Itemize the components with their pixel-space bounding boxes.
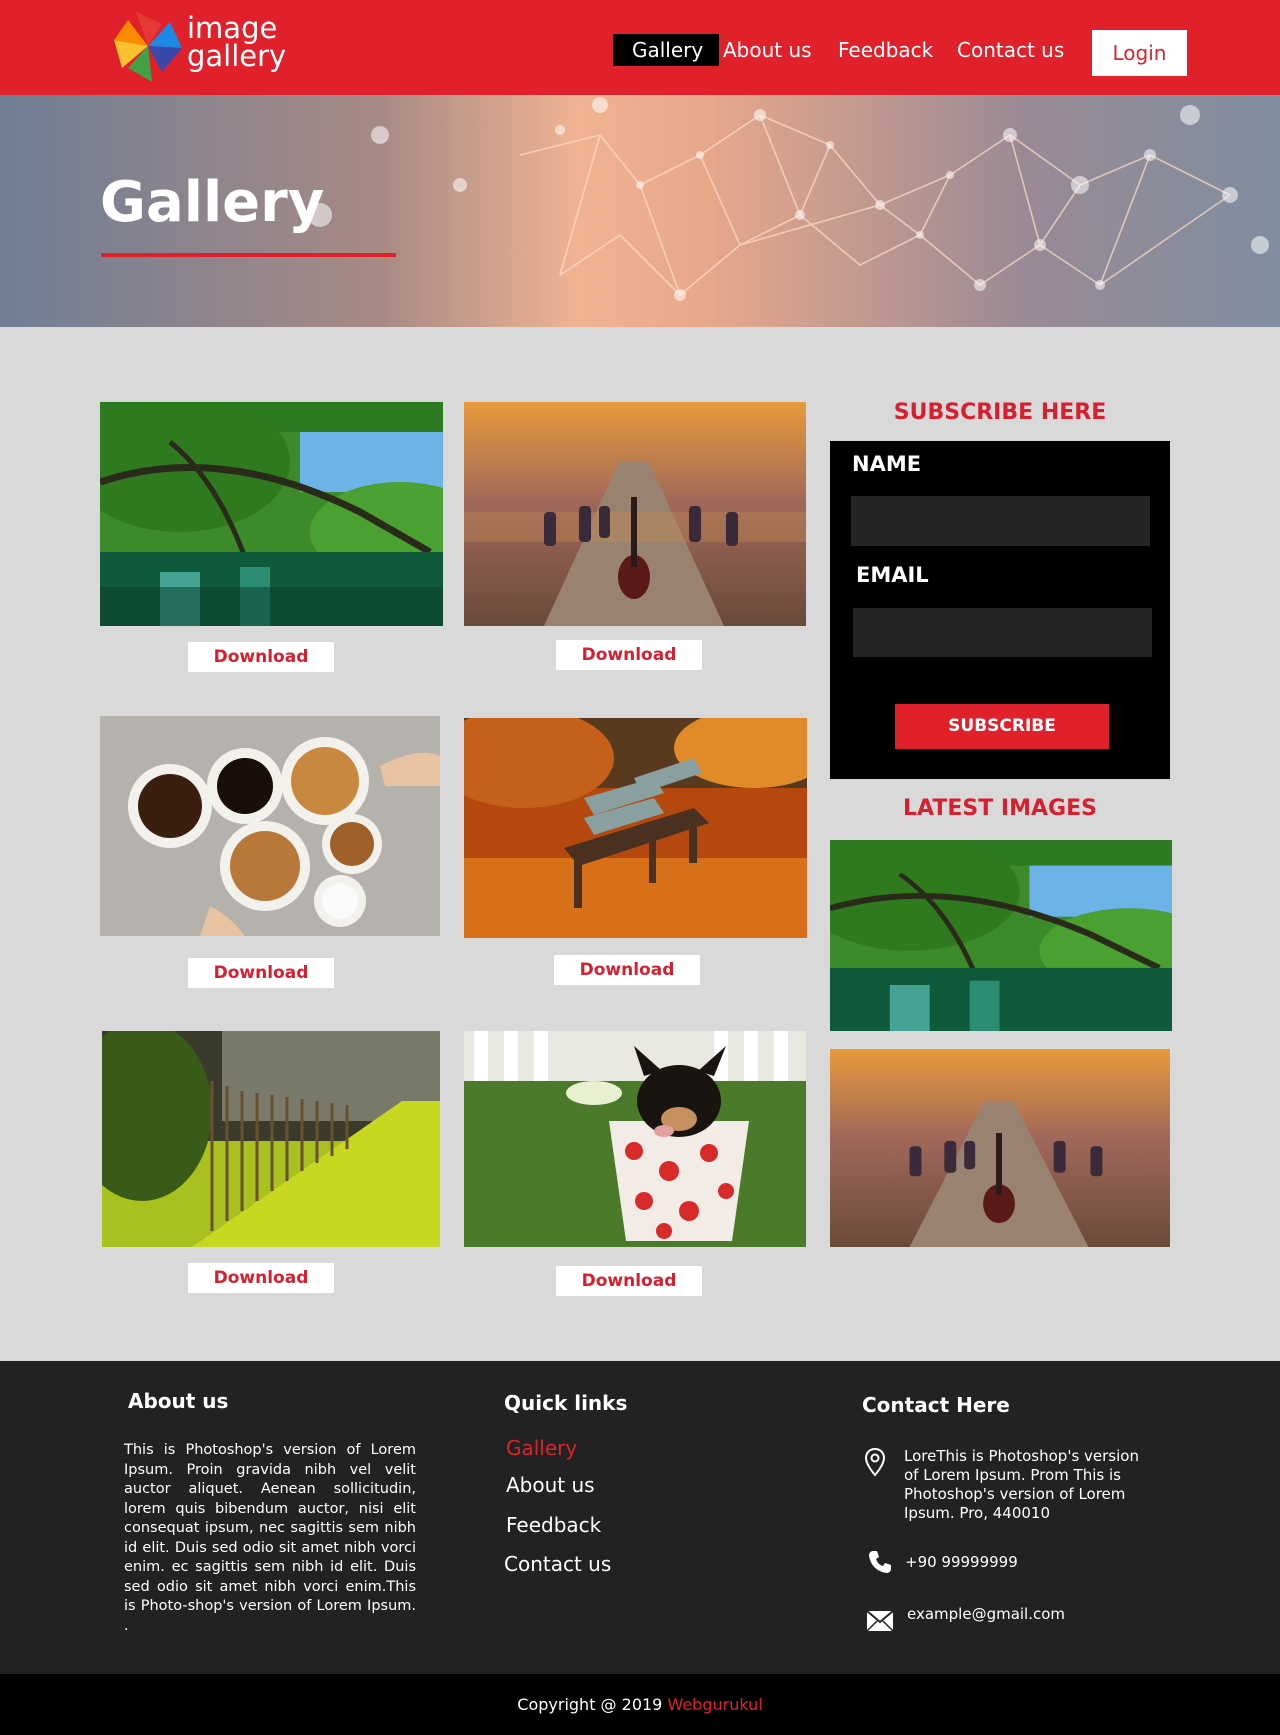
nav-about-us[interactable]: About us xyxy=(723,34,812,66)
gallery-image-fence-path[interactable] xyxy=(102,1031,440,1247)
subscribe-form: NAME EMAIL SUBSCRIBE xyxy=(830,441,1170,779)
envelope-icon xyxy=(866,1610,894,1632)
logo-text: image gallery xyxy=(187,11,287,73)
nav-gallery[interactable]: Gallery xyxy=(613,34,719,66)
footer-link-about-us[interactable]: About us xyxy=(506,1473,595,1497)
gallery-image-autumn-bench[interactable] xyxy=(464,718,807,938)
logo-line2: gallery xyxy=(187,39,287,73)
name-field[interactable] xyxy=(851,496,1150,546)
copyright-text: Copyright @ 2019 xyxy=(517,1695,668,1714)
download-button[interactable]: Download xyxy=(188,642,334,672)
location-pin-icon xyxy=(864,1447,886,1477)
site-header: image gallery Gallery About us Feedback … xyxy=(0,0,1280,95)
gallery-image-coffee-cups[interactable] xyxy=(100,716,440,936)
download-button[interactable]: Download xyxy=(188,958,334,988)
copyright-bar: Copyright @ 2019 Webgurukul xyxy=(0,1674,1280,1735)
nav-feedback[interactable]: Feedback xyxy=(838,34,933,66)
footer-link-feedback[interactable]: Feedback xyxy=(506,1513,601,1537)
nav-contact-us[interactable]: Contact us xyxy=(957,34,1064,66)
footer-address: LoreThis is Photoshop's version of Lorem… xyxy=(904,1447,1139,1522)
phone-icon xyxy=(869,1551,891,1573)
download-button[interactable]: Download xyxy=(556,1266,702,1296)
name-label: NAME xyxy=(852,452,922,476)
footer-about-heading: About us xyxy=(128,1389,229,1413)
title-underline xyxy=(101,253,396,257)
download-button[interactable]: Download xyxy=(188,1263,334,1293)
gallery-image-forest-river[interactable] xyxy=(100,402,443,626)
footer-contact-heading: Contact Here xyxy=(862,1393,1010,1417)
gallery-image-puppy-cup[interactable] xyxy=(464,1031,806,1247)
logo-line1: image xyxy=(187,11,278,45)
login-button[interactable]: Login xyxy=(1092,30,1187,76)
email-field[interactable] xyxy=(853,608,1152,657)
footer-link-contact-us[interactable]: Contact us xyxy=(504,1552,611,1576)
latest-image-guitar-road[interactable] xyxy=(830,1049,1170,1247)
latest-images-heading: LATEST IMAGES xyxy=(903,796,1097,821)
gallery-image-guitar-road[interactable] xyxy=(464,402,806,626)
logo[interactable]: image gallery xyxy=(112,10,302,84)
copyright-brand-link[interactable]: Webgurukul xyxy=(667,1695,762,1714)
footer-about-text: This is Photoshop's version of Lorem Ips… xyxy=(124,1442,416,1634)
pinwheel-logo-icon xyxy=(114,12,182,82)
footer-link-gallery[interactable]: Gallery xyxy=(506,1436,577,1460)
hero-banner: Gallery xyxy=(0,95,1280,327)
site-footer: About us This is Photoshop's version of … xyxy=(0,1361,1280,1674)
email-label: EMAIL xyxy=(856,563,929,587)
subscribe-heading: SUBSCRIBE HERE xyxy=(893,400,1107,425)
footer-quick-links-heading: Quick links xyxy=(504,1391,628,1415)
download-button[interactable]: Download xyxy=(556,640,702,670)
download-button[interactable]: Download xyxy=(554,955,700,985)
footer-phone: +90 99999999 xyxy=(905,1553,1018,1571)
subscribe-button[interactable]: SUBSCRIBE xyxy=(895,704,1109,749)
latest-image-forest-river[interactable] xyxy=(830,840,1172,1031)
page-title: Gallery xyxy=(100,170,325,235)
footer-email[interactable]: example@gmail.com xyxy=(907,1605,1065,1624)
